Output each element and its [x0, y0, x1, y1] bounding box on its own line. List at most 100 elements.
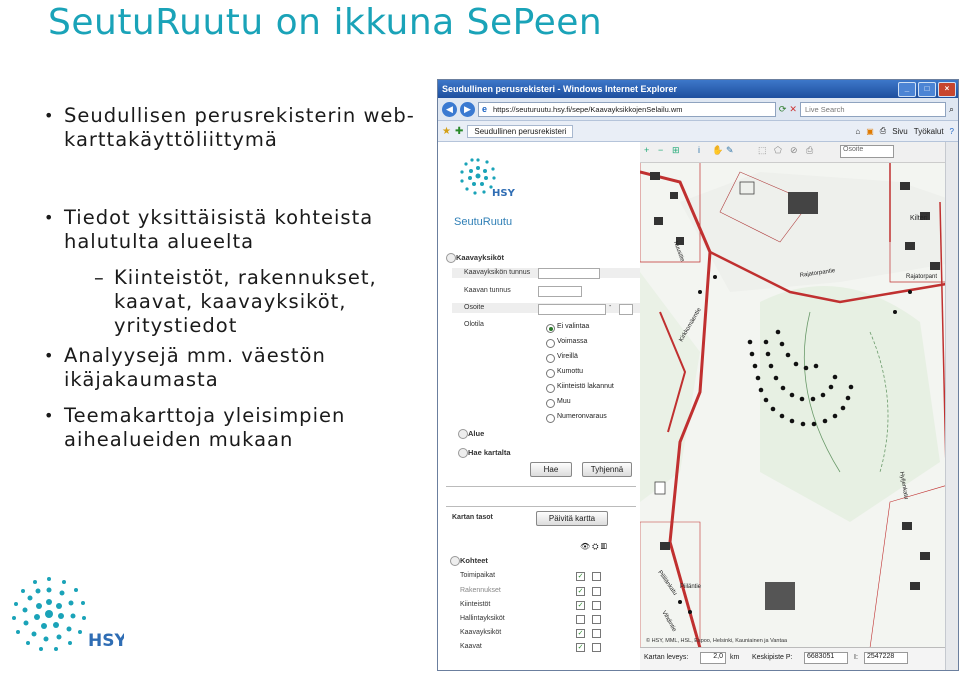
- olotila-radio-voimassa[interactable]: Voimassa: [546, 338, 587, 348]
- browser-window: Seudullinen perusrekisteri - Windows Int…: [437, 79, 959, 671]
- layer-hallintayksikot-checkbox-2[interactable]: [592, 615, 601, 624]
- scale-label: Kartan leveys:: [644, 654, 689, 661]
- map-canvas[interactable]: Kilteri Rajatorpantie Rajatorpant Kirkko…: [640, 142, 958, 670]
- kaavayksikon-tunnus-input[interactable]: [538, 268, 600, 279]
- map-toolbar: + − ⊞ i ✋ ✎ ⬚ ⬠ ⊘ ⎙ Osoite: [640, 142, 958, 163]
- print-map-icon[interactable]: ⎙: [806, 145, 813, 156]
- map-pane[interactable]: Kilteri Rajatorpantie Rajatorpant Kirkko…: [640, 142, 958, 670]
- add-favorite-icon[interactable]: ✚: [455, 126, 463, 137]
- hsy-logo: HSY: [12, 577, 124, 651]
- pan-icon[interactable]: ✋: [712, 145, 723, 156]
- hsy-logo-text: HSY: [88, 631, 124, 651]
- stop-icon[interactable]: ✕: [789, 104, 797, 115]
- olotila-radio-vireilla[interactable]: Vireillä: [546, 353, 578, 363]
- full-extent-icon[interactable]: ⊞: [672, 145, 680, 156]
- favorites-star-icon[interactable]: ★: [442, 126, 451, 137]
- map-attribution: © HSY, MML, HSL, Espoo, Helsinki, Kaunia…: [646, 637, 788, 644]
- help-icon[interactable]: ?: [950, 127, 954, 136]
- hsy-small-logo-text: HSY: [492, 188, 516, 199]
- layer-kaavayksikot-checkbox-2[interactable]: [592, 629, 601, 638]
- kaavan-tunnus-input[interactable]: [538, 286, 582, 297]
- bullet-list: Seudullisen perusrekisterin web-karttakä…: [42, 104, 432, 452]
- olotila-radio-muu[interactable]: Muu: [546, 398, 571, 408]
- section-kohteet[interactable]: Kohteet: [450, 556, 488, 566]
- feeds-icon[interactable]: ▣: [866, 127, 874, 136]
- bullet-item: Analyysejä mm. väestön ikäjakaumasta: [42, 344, 432, 392]
- tab-seudullinen-perusrekisteri[interactable]: Seudullinen perusrekisteri: [467, 124, 574, 138]
- refresh-icon[interactable]: ⟳: [779, 104, 787, 115]
- layer-kaavayksikot-checkbox[interactable]: ✓: [576, 629, 585, 638]
- slide-title: SeutuRuutu on ikkuna SePeen: [48, 2, 603, 43]
- section-alue[interactable]: Alue: [457, 429, 484, 439]
- osoite-number-input[interactable]: [619, 304, 633, 315]
- olotila-radio-numeronvaraus[interactable]: Numeronvaraus: [546, 413, 607, 423]
- scale-value[interactable]: 2,0: [700, 652, 726, 664]
- tyhjenna-button[interactable]: Tyhjennä: [582, 462, 632, 477]
- maximize-button[interactable]: □: [918, 81, 936, 97]
- page-menu[interactable]: Sivu: [892, 127, 908, 136]
- map-address-search[interactable]: Osoite: [840, 145, 894, 158]
- layer-kaavat-checkbox-2[interactable]: [592, 643, 601, 652]
- measure-icon[interactable]: ✎: [726, 145, 734, 156]
- layer-toimipaikat-checkbox[interactable]: ✓: [576, 572, 585, 581]
- layer-kaavayksikot: Kaavayksiköt: [460, 629, 502, 636]
- center-i-value[interactable]: 2547228: [864, 652, 908, 664]
- url-field[interactable]: https://seuturuutu.hsy.fi/sepe/Kaavayksi…: [478, 101, 776, 117]
- osoite-label: Osoite: [464, 304, 485, 311]
- osoite-separator: -: [609, 303, 612, 310]
- product-name: SeutuRuutu: [454, 216, 513, 228]
- map-label-kilteri: Kilteri: [910, 215, 928, 222]
- tab-bar: ★ ✚ Seudullinen perusrekisteri ⌂ ▣ ⎙ Siv…: [438, 121, 958, 142]
- section-kaavayksikot[interactable]: Kaavayksiköt: [446, 253, 504, 263]
- kaavayksikon-tunnus-label: Kaavayksikön tunnus: [464, 269, 531, 276]
- center-i-label: I:: [854, 654, 858, 661]
- sub-bullet-item: Kiinteistöt, rakennukset, kaavat, kaavay…: [42, 266, 432, 338]
- hae-button[interactable]: Hae: [530, 462, 572, 477]
- clear-selection-icon[interactable]: ⊘: [790, 145, 798, 156]
- olotila-radio-ei-valintaa[interactable]: Ei valintaa: [546, 323, 589, 333]
- bullet-item: Tiedot yksittäisistä kohteista halutulta…: [42, 206, 432, 254]
- layer-toimipaikat-checkbox-2[interactable]: [592, 572, 601, 581]
- section-hae-kartalta[interactable]: Hae kartalta: [458, 448, 511, 458]
- browser-titlebar: Seudullinen perusrekisteri - Windows Int…: [438, 80, 958, 98]
- layer-rakennukset: Rakennukset: [460, 587, 501, 594]
- vertical-scrollbar[interactable]: [945, 142, 958, 670]
- layer-kiinteistot-checkbox[interactable]: ✓: [576, 601, 585, 610]
- paivita-kartta-button[interactable]: Päivitä kartta: [536, 511, 608, 526]
- select-icon[interactable]: ⬚: [758, 145, 767, 156]
- kaavan-tunnus-label: Kaavan tunnus: [464, 287, 511, 294]
- info-icon[interactable]: i: [698, 145, 700, 155]
- layer-kaavat: Kaavat: [460, 643, 482, 650]
- print-icon[interactable]: ⎙: [880, 126, 886, 136]
- forward-icon[interactable]: ▶: [460, 101, 475, 117]
- live-search-input[interactable]: Live Search: [799, 101, 946, 117]
- zoom-out-icon[interactable]: −: [658, 145, 663, 155]
- page-content: HSY SeutuRuutu Kaavayksiköt Kaavayksikön…: [438, 142, 958, 670]
- olotila-radio-kiinteisto-lakannut[interactable]: Kiinteistö lakannut: [546, 383, 614, 393]
- home-icon[interactable]: ⌂: [855, 127, 860, 136]
- olotila-radio-kumottu[interactable]: Kumottu: [546, 368, 583, 378]
- search-panel: HSY SeutuRuutu Kaavayksiköt Kaavayksikön…: [438, 142, 640, 670]
- scale-unit: km: [730, 654, 740, 661]
- map-label-piilantie: Piiläntie: [680, 584, 702, 590]
- layer-hallintayksikot-checkbox[interactable]: [576, 615, 585, 624]
- search-icon[interactable]: ⌕: [949, 104, 954, 115]
- minimize-button[interactable]: _: [898, 81, 916, 97]
- layer-hallintayksikot: Hallintayksiköt: [460, 615, 505, 622]
- command-bar: ⌂ ▣ ⎙ Sivu Työkalut ?: [855, 126, 954, 136]
- osoite-input[interactable]: [538, 304, 606, 315]
- layer-rakennukset-checkbox[interactable]: ✓: [576, 587, 585, 596]
- tools-menu[interactable]: Työkalut: [914, 127, 944, 136]
- kartan-tasot-label: Kartan tasot: [452, 514, 493, 521]
- select-polygon-icon[interactable]: ⬠: [774, 145, 782, 156]
- close-button[interactable]: ×: [938, 81, 956, 97]
- zoom-in-icon[interactable]: +: [644, 145, 649, 155]
- layer-rakennukset-checkbox-2[interactable]: [592, 587, 601, 596]
- layer-kiinteistot-checkbox-2[interactable]: [592, 601, 601, 610]
- bullet-item: Seudullisen perusrekisterin web-karttakä…: [42, 104, 432, 152]
- layer-kaavat-checkbox[interactable]: ✓: [576, 643, 585, 652]
- divider: [446, 486, 636, 487]
- layer-toimipaikat: Toimipaikat: [460, 572, 496, 579]
- back-icon[interactable]: ◀: [442, 101, 457, 117]
- center-p-value[interactable]: 6683051: [804, 652, 848, 664]
